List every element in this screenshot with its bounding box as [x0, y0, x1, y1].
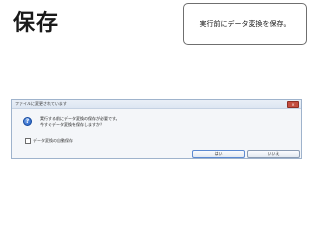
question-icon: ?	[23, 117, 32, 126]
auto-save-label[interactable]: データ変換の自動保存	[33, 138, 73, 144]
callout-text: 実行前にデータ変換を保存。	[199, 20, 291, 28]
yes-button[interactable]: はい	[192, 150, 245, 158]
message-line: 今すぐデータ変換を保存しますか？	[40, 122, 104, 127]
save-dialog: ファイルに変更されています × ? 実行する前にデータ変換の保存が必要です。 今…	[11, 99, 302, 159]
dialog-titlebar[interactable]: ファイルに変更されています ×	[12, 100, 301, 109]
auto-save-checkbox[interactable]	[25, 138, 31, 144]
auto-save-option[interactable]: データ変換の自動保存	[25, 138, 73, 144]
dialog-title: ファイルに変更されています	[15, 101, 67, 106]
dialog-message: 実行する前にデータ変換の保存が必要です。 今すぐデータ変換を保存しますか？	[40, 116, 120, 128]
slide-title: 保存	[13, 11, 60, 36]
callout-box: 実行前にデータ変換を保存。	[183, 3, 307, 45]
no-button[interactable]: いいえ	[247, 150, 300, 158]
close-button[interactable]: ×	[287, 101, 299, 108]
